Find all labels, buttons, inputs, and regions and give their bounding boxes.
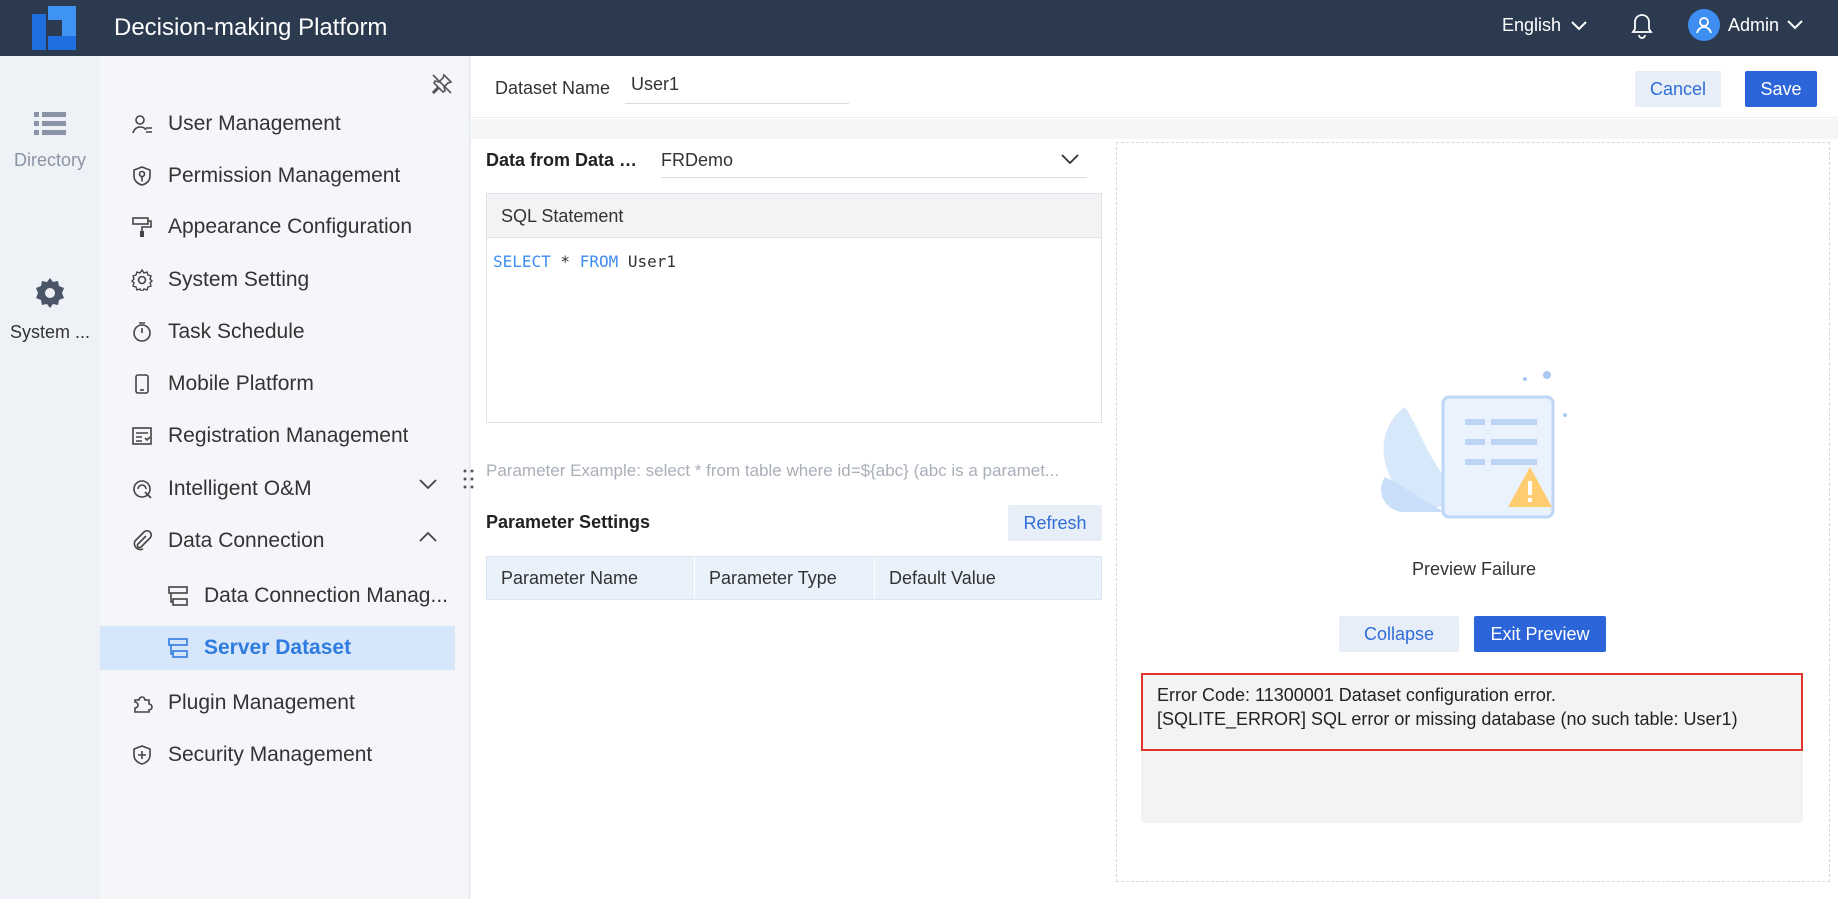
- drag-handle-icon[interactable]: [462, 468, 476, 490]
- plugin-icon: [134, 696, 153, 713]
- error-area: Error Code: 11300001 Dataset configurati…: [1141, 673, 1803, 823]
- language-label: English: [1502, 15, 1562, 35]
- sidebar-item-label: Mobile Platform: [168, 372, 314, 395]
- data-source-label: Data from Data C...: [486, 150, 646, 170]
- gear-icon: [36, 278, 64, 308]
- dataset-name-label: Dataset Name: [495, 78, 611, 98]
- preview-status: Preview Failure: [1411, 559, 1537, 579]
- sidebar-item-label: Data Connection Manag...: [204, 584, 448, 607]
- sidebar-item-data-connection[interactable]: Data Connection: [100, 519, 455, 563]
- pin-icon[interactable]: [430, 72, 454, 96]
- list-icon: [34, 112, 66, 135]
- sidebar-item-label: Task Schedule: [168, 320, 305, 343]
- link-icon: [133, 530, 153, 551]
- sql-keyword: SELECT: [493, 252, 551, 271]
- connection-icon: [168, 586, 188, 606]
- chevron-down-icon: [1787, 20, 1803, 30]
- sidebar-item-permission-management[interactable]: Permission Management: [100, 154, 455, 198]
- top-bar: Decision-making Platform English Admin: [0, 0, 1838, 56]
- sidebar-item-system-setting[interactable]: System Setting: [100, 258, 455, 302]
- data-connection-value: FRDemo: [661, 150, 734, 170]
- notification-bell-icon[interactable]: [1630, 12, 1654, 40]
- save-button[interactable]: Save: [1745, 71, 1817, 107]
- chevron-down-icon: [419, 479, 437, 490]
- refresh-button[interactable]: Refresh: [1008, 505, 1102, 541]
- sidebar-item-label: Plugin Management: [168, 691, 355, 714]
- sidebar-item-server-dataset[interactable]: Server Dataset: [100, 626, 455, 670]
- rail-label: Directory: [13, 150, 86, 170]
- language-selector[interactable]: English: [1502, 15, 1587, 36]
- sidebar-item-security-management[interactable]: Security Management: [100, 733, 455, 777]
- avatar: [1688, 9, 1720, 41]
- user-name: Admin: [1728, 14, 1780, 35]
- register-icon: [132, 427, 152, 445]
- data-connection-select[interactable]: FRDemo: [661, 144, 1087, 178]
- chevron-down-icon: [1061, 154, 1079, 165]
- sql-header: SQL Statement: [487, 194, 1101, 238]
- sidebar-item-label: Permission Management: [168, 164, 401, 187]
- sidebar-item-label: Security Management: [168, 743, 373, 766]
- sql-editor[interactable]: SQL Statement SELECT * FROM User1: [486, 193, 1102, 423]
- preview-panel: Preview Failure Collapse Exit Preview Er…: [1116, 142, 1830, 882]
- chevron-up-icon: [419, 531, 437, 542]
- error-detail-line: [SQLITE_ERROR] SQL error or missing data…: [1157, 709, 1738, 729]
- cancel-button[interactable]: Cancel: [1635, 71, 1721, 107]
- column-header[interactable]: Default Value: [875, 557, 1101, 599]
- preview-failure-illustration: [1381, 371, 1567, 519]
- sidebar-item-registration-management[interactable]: Registration Management: [100, 414, 455, 458]
- dataset-icon: [168, 638, 188, 658]
- gear-icon: [131, 269, 153, 291]
- sidebar-item-appearance-configuration[interactable]: Appearance Configuration: [100, 205, 455, 249]
- user-icon: [132, 115, 152, 134]
- rail-directory[interactable]: Directory: [0, 110, 100, 171]
- sql-table: User1: [618, 252, 677, 271]
- mobile-icon: [135, 374, 149, 394]
- exit-preview-button[interactable]: Exit Preview: [1474, 616, 1606, 652]
- rail-label: System ...: [9, 322, 90, 342]
- error-message-box: Error Code: 11300001 Dataset configurati…: [1141, 673, 1803, 751]
- user-menu[interactable]: Admin: [1688, 9, 1803, 41]
- sidebar-item-label: Data Connection: [168, 529, 325, 552]
- sidebar-item-intelligent-om[interactable]: Intelligent O&M: [100, 467, 455, 511]
- error-code-line: Error Code: 11300001 Dataset configurati…: [1157, 685, 1556, 705]
- parameter-table-header: Parameter Name Parameter Type Default Va…: [486, 556, 1102, 600]
- divider: [471, 119, 1838, 139]
- sidebar-item-task-schedule[interactable]: Task Schedule: [100, 310, 455, 354]
- column-header[interactable]: Parameter Name: [487, 557, 695, 599]
- collapse-button[interactable]: Collapse: [1339, 616, 1459, 652]
- parameter-hint: Parameter Example: select * from table w…: [486, 461, 1060, 480]
- sql-star: *: [550, 252, 580, 271]
- sql-code[interactable]: SELECT * FROM User1: [487, 238, 1101, 285]
- sidebar-item-label: Registration Management: [168, 424, 409, 447]
- rail-system[interactable]: System ...: [0, 276, 100, 343]
- sidebar-item-label: Server Dataset: [204, 636, 352, 659]
- dataset-editor: Dataset Name Cancel Save Data from Data …: [463, 56, 1838, 899]
- sidebar-item-label: Appearance Configuration: [168, 215, 413, 238]
- dataset-name-row: Dataset Name Cancel Save: [471, 56, 1838, 118]
- app-title: Decision-making Platform: [114, 14, 388, 41]
- sidebar-item-label: System Setting: [168, 268, 310, 291]
- dataset-name-input[interactable]: [625, 66, 849, 104]
- user-icon: [1696, 17, 1712, 34]
- sidebar-item-data-connection-management[interactable]: Data Connection Manag...: [100, 574, 455, 618]
- sidebar-item-mobile-platform[interactable]: Mobile Platform: [100, 362, 455, 406]
- sidebar-item-label: Intelligent O&M: [168, 477, 312, 500]
- parameter-settings-title: Parameter Settings: [486, 512, 651, 532]
- column-header[interactable]: Parameter Type: [695, 557, 875, 599]
- sidebar-item-label: User Management: [168, 112, 341, 135]
- left-rail: Directory System ...: [0, 56, 100, 899]
- om-icon: [133, 480, 152, 499]
- shield-key-icon: [133, 166, 151, 186]
- sql-keyword: FROM: [579, 252, 619, 271]
- sidebar-item-plugin-management[interactable]: Plugin Management: [100, 681, 455, 725]
- paint-roller-icon: [132, 217, 152, 237]
- timer-icon: [133, 322, 151, 342]
- sidebar: User Management Permission Management Ap…: [100, 56, 470, 899]
- sidebar-item-user-management[interactable]: User Management: [100, 102, 455, 146]
- security-icon: [133, 745, 151, 765]
- app-logo-icon[interactable]: [32, 6, 76, 50]
- chevron-down-icon: [1571, 20, 1587, 30]
